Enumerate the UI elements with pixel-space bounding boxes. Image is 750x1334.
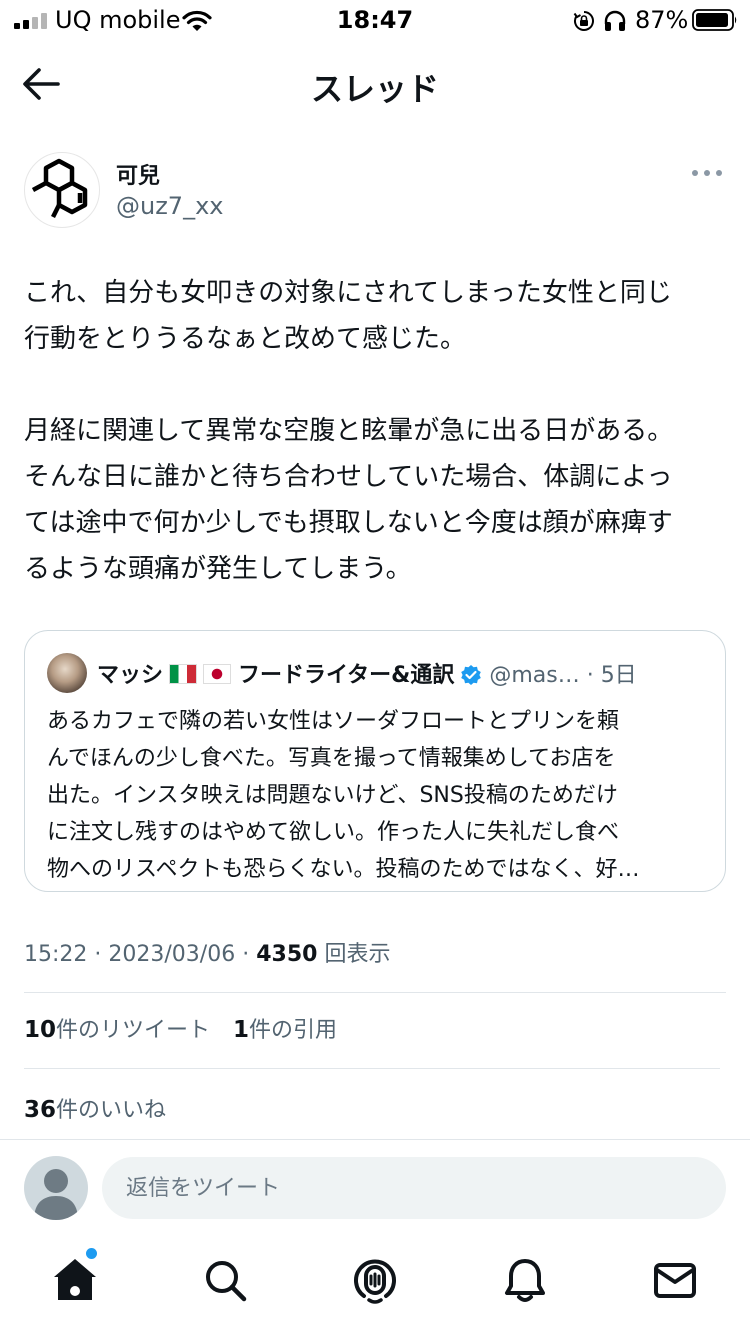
user-avatar[interactable] <box>24 1156 88 1220</box>
divider <box>24 1068 720 1069</box>
status-bar: UQ mobile 18:47 87% <box>0 0 750 44</box>
quoted-text-line: に注文し残すのはやめて欲しい。作った人に失礼だし食べ <box>47 820 620 845</box>
tweet-text-line: 行動をとりうるなぁと改めて感じた。 <box>24 324 467 354</box>
author-name[interactable]: 可兒 <box>116 158 160 190</box>
meta-separator: · <box>94 942 102 967</box>
quote-label: 件の引用 <box>249 1018 338 1043</box>
tweet-text-line: 月経に関連して異常な空腹と眩暈が急に出る日がある。 <box>24 416 674 446</box>
quoted-tweet-header: マッシ フードライター&通訳 @mas… · 5日 <box>97 657 637 689</box>
reply-input[interactable] <box>102 1157 726 1219</box>
tab-notifications[interactable] <box>501 1256 549 1304</box>
tab-home[interactable] <box>51 1248 99 1304</box>
quoted-tweet-time: · 5日 <box>586 663 637 688</box>
tweet-author: 可兒 @uz7_xx <box>24 152 726 230</box>
tab-search[interactable] <box>201 1256 249 1304</box>
quotes-link[interactable]: 1件の引用 <box>233 1017 338 1043</box>
header: スレッド <box>0 52 750 116</box>
author-avatar[interactable] <box>24 152 100 228</box>
home-icon <box>54 1259 96 1300</box>
quoted-text-line: 出た。インスタ映えは問題ないけど、SNS投稿のためだけ <box>47 783 618 808</box>
likes-link[interactable]: 36件のいいね <box>24 1097 167 1123</box>
retweet-label: 件のリツイート <box>56 1018 211 1043</box>
tweet-date: 2023/03/06 <box>108 942 236 967</box>
divider <box>24 992 726 993</box>
tweet-text-line: るような頭痛が発生してしまう。 <box>24 554 412 584</box>
quoted-author-avatar <box>47 653 87 693</box>
default-avatar-icon <box>34 1169 78 1220</box>
spaces-icon <box>354 1259 396 1304</box>
page-title: スレッド <box>310 70 439 108</box>
author-handle[interactable]: @uz7_xx <box>116 192 223 220</box>
headphones-icon <box>604 10 626 31</box>
quoted-tweet[interactable]: マッシ フードライター&通訳 @mas… · 5日 あるカフェで隣の若い女性はソ… <box>24 630 726 892</box>
view-count-label: 回表示 <box>324 942 391 967</box>
tweet-text-line: ては途中で何か少しでも摂取しないと今度は顔が麻痺す <box>24 508 673 538</box>
tweet-text: これ、自分も女叩きの対象にされてしまった女性と同じ 行動をとりうるなぁと改めて感… <box>24 270 726 592</box>
orientation-lock-icon <box>573 11 594 31</box>
quoted-author-title: フードライター&通訳 <box>238 663 455 688</box>
like-count: 36 <box>24 1097 57 1123</box>
battery-percentage: 87% <box>635 6 689 34</box>
tweet-time: 15:22 <box>24 942 88 967</box>
quoted-author-name: マッシ <box>97 663 164 688</box>
quoted-text-line: 物へのリスペクトも恐らくない。投稿のためではなく、好… <box>47 857 640 882</box>
more-options-icon[interactable] <box>692 166 726 180</box>
retweet-count: 10 <box>24 1017 57 1043</box>
notifications-icon <box>505 1259 545 1302</box>
tab-spaces[interactable] <box>351 1256 399 1304</box>
messages-icon <box>654 1263 696 1298</box>
search-icon <box>206 1261 247 1302</box>
tab-bar <box>0 1240 750 1334</box>
reply-bar <box>0 1140 750 1234</box>
view-count: 4350 <box>256 942 318 967</box>
unread-dot <box>86 1248 97 1259</box>
tweet-meta: 15:22 · 2023/03/06 · 4350 回表示 <box>24 936 390 968</box>
japan-flag-icon <box>203 664 232 684</box>
battery-icon <box>692 9 737 31</box>
retweet-stats: 10件のリツイート 1件の引用 <box>24 1012 337 1044</box>
quoted-text-line: んでほんの少し食べた。写真を撮って情報集めしてお店を <box>47 746 616 771</box>
italy-flag-icon <box>169 664 198 684</box>
quoted-tweet-text: あるカフェで隣の若い女性はソーダフロートとプリンを頼 んでほんの少し食べた。写真… <box>47 703 707 888</box>
verified-badge-icon <box>461 665 482 685</box>
like-stats: 36件のいいね <box>24 1092 166 1124</box>
quoted-author-handle: @mas… <box>489 663 580 688</box>
hexagon-logo-icon <box>31 158 88 219</box>
like-label: 件のいいね <box>56 1098 167 1123</box>
meta-separator: · <box>242 942 250 967</box>
tab-messages[interactable] <box>651 1256 699 1304</box>
tweet-text-line: そんな日に誰かと待ち合わせしていた場合、体調によっ <box>24 462 673 492</box>
quoted-text-line: あるカフェで隣の若い女性はソーダフロートとプリンを頼 <box>47 709 620 734</box>
tweet-text-line: これ、自分も女叩きの対象にされてしまった女性と同じ <box>24 278 672 308</box>
retweets-link[interactable]: 10件のリツイート <box>24 1017 211 1043</box>
quote-count: 1 <box>233 1017 250 1043</box>
